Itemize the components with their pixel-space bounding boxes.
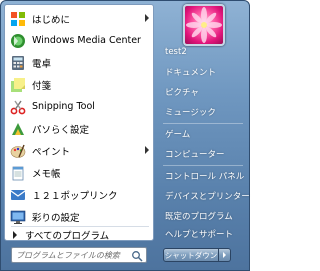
shutdown-options-button[interactable] bbox=[219, 248, 231, 262]
program-label: Snipping Tool bbox=[32, 101, 95, 112]
program-label: Windows Media Center bbox=[32, 35, 141, 46]
submenu-arrow-icon bbox=[145, 14, 149, 22]
search-box[interactable] bbox=[11, 247, 147, 263]
right-item-documents[interactable]: ドキュメント bbox=[161, 63, 247, 80]
right-item-default-programs[interactable]: 既定のプログラム bbox=[161, 207, 247, 224]
program-item-sticky-notes[interactable]: 付箋 bbox=[7, 74, 151, 95]
user-picture-avatar[interactable] bbox=[183, 4, 225, 46]
right-item-devices-printers[interactable]: デバイスとプリンター bbox=[161, 187, 250, 204]
right-item-music[interactable]: ミュージック bbox=[161, 103, 247, 120]
right-item-computer[interactable]: コンピューター bbox=[161, 145, 247, 162]
all-programs-label: すべてのプログラム bbox=[25, 231, 110, 242]
media-center-icon bbox=[9, 32, 27, 50]
program-item-calculator[interactable]: 電卓 bbox=[7, 52, 151, 73]
divider bbox=[163, 123, 243, 124]
program-item-getting-started[interactable]: はじめに bbox=[7, 8, 151, 29]
divider bbox=[163, 165, 243, 166]
right-item-label: ドキュメント bbox=[165, 67, 217, 78]
right-item-label: コンピューター bbox=[165, 149, 225, 160]
program-label: はじめに bbox=[32, 14, 71, 26]
programs-pane: はじめに Windows Media Center 電卓 付箋 Snipping… bbox=[4, 4, 154, 242]
shutdown-label: シャットダウン bbox=[164, 250, 218, 260]
right-item-games[interactable]: ゲーム bbox=[161, 125, 247, 142]
right-item-label: ヘルプとサポート bbox=[165, 229, 234, 240]
right-item-pictures[interactable]: ピクチャ bbox=[161, 83, 247, 100]
right-item-label: ピクチャ bbox=[165, 87, 199, 98]
program-item-notepad[interactable]: メモ帳 bbox=[7, 162, 151, 183]
program-label: 電卓 bbox=[32, 58, 52, 70]
calculator-icon bbox=[9, 54, 27, 72]
sticky-notes-icon bbox=[9, 76, 27, 94]
right-item-label: コントロール パネル bbox=[165, 171, 245, 182]
notepad-icon bbox=[9, 164, 27, 182]
submenu-arrow-icon bbox=[145, 146, 149, 154]
search-icon[interactable] bbox=[131, 250, 143, 262]
program-item-snipping-tool[interactable]: Snipping Tool bbox=[7, 96, 151, 117]
right-item-help-support[interactable]: ヘルプとサポート bbox=[161, 225, 247, 242]
program-item-pasoraku-settings[interactable]: パソらく設定 bbox=[7, 118, 151, 139]
pasoraku-settings-icon bbox=[9, 120, 27, 138]
program-label: 彩りの設定 bbox=[32, 212, 80, 224]
program-label: パソらく設定 bbox=[32, 124, 90, 136]
scissors-icon bbox=[9, 98, 27, 116]
program-label: ペイント bbox=[32, 146, 71, 158]
paint-icon bbox=[9, 142, 27, 160]
right-item-control-panel[interactable]: コントロール パネル bbox=[161, 167, 247, 184]
start-menu: はじめに Windows Media Center 電卓 付箋 Snipping… bbox=[0, 0, 250, 271]
program-item-paint[interactable]: ペイント bbox=[7, 140, 151, 161]
color-settings-icon bbox=[9, 208, 27, 226]
right-item-label: 既定のプログラム bbox=[165, 211, 233, 222]
program-item-poplink[interactable]: １２１ポップリンク bbox=[7, 184, 151, 205]
program-item-color-settings[interactable]: 彩りの設定 bbox=[7, 206, 151, 227]
poplink-icon bbox=[9, 186, 27, 204]
shutdown-button[interactable]: シャットダウン bbox=[163, 248, 219, 262]
divider bbox=[11, 226, 149, 227]
program-label: 付箋 bbox=[32, 80, 52, 92]
right-item-label: ゲーム bbox=[165, 129, 191, 140]
all-programs-button[interactable]: すべてのプログラム bbox=[7, 228, 151, 242]
right-item-user[interactable]: test2 bbox=[161, 43, 247, 60]
search-input[interactable] bbox=[12, 248, 124, 262]
right-item-label: デバイスとプリンター bbox=[165, 191, 250, 202]
program-label: １２１ポップリンク bbox=[32, 190, 118, 202]
program-item-media-center[interactable]: Windows Media Center bbox=[7, 30, 151, 51]
triangle-right-icon bbox=[13, 231, 17, 239]
chevron-right-icon bbox=[223, 252, 226, 258]
program-label: メモ帳 bbox=[32, 168, 61, 180]
right-item-label: ミュージック bbox=[165, 107, 216, 118]
right-item-label: test2 bbox=[165, 46, 187, 57]
getting-started-icon bbox=[9, 10, 27, 28]
